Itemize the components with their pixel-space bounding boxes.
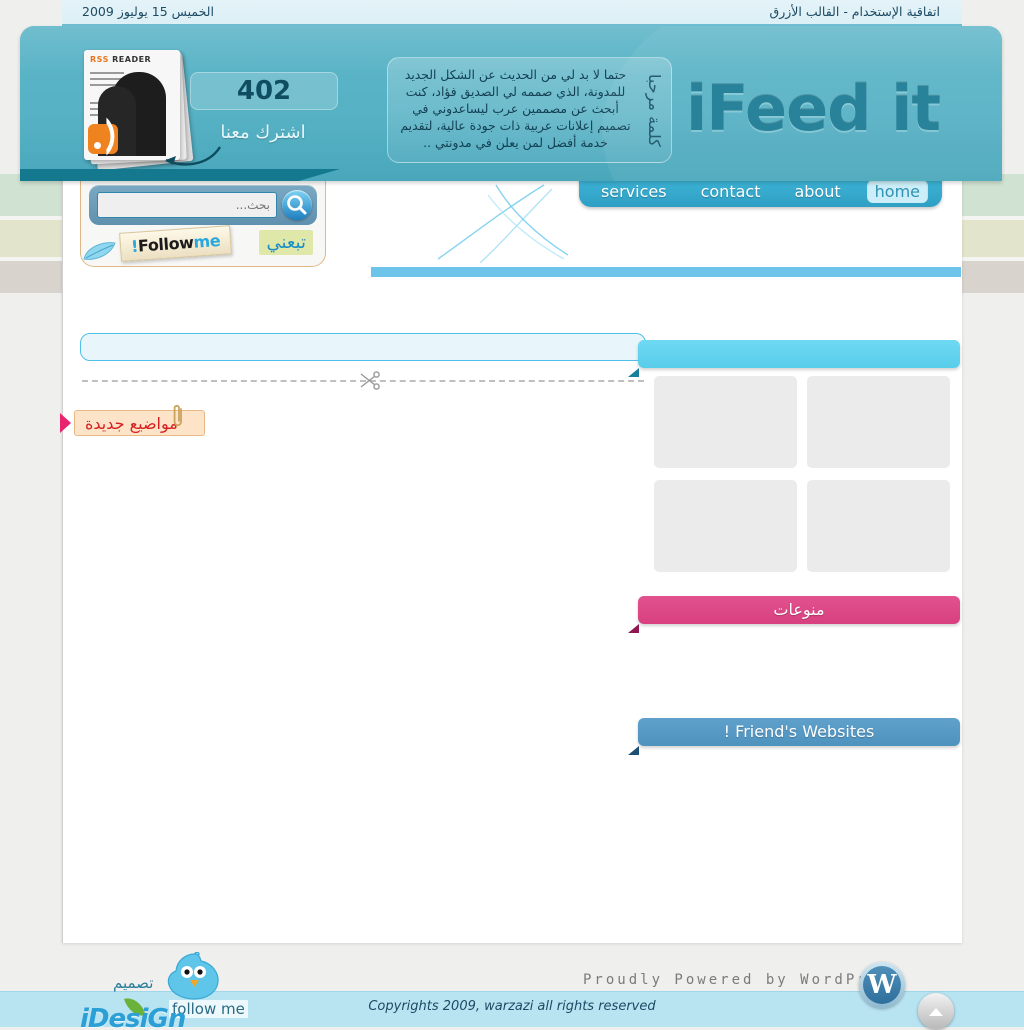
- wordpress-logo-letter: W: [863, 966, 901, 1004]
- shell-left-rail: [62, 175, 63, 943]
- thumbnail-item[interactable]: [654, 480, 797, 572]
- feather-icon: [83, 242, 116, 260]
- designer-logo[interactable]: iDesiGn: [80, 1004, 186, 1030]
- twitter-bird-icon[interactable]: [165, 952, 223, 1004]
- rss-subscribe-label[interactable]: اشترك معنا: [208, 122, 318, 143]
- section-divider-rule: [371, 267, 961, 277]
- header-description-box: حتما لا بد لي من الحديث عن الشكل الجديد …: [387, 57, 672, 163]
- nav-item-about[interactable]: about: [786, 180, 848, 203]
- search-icon[interactable]: [282, 190, 312, 220]
- thumbnail-item[interactable]: [807, 480, 950, 572]
- swirl-decoration: [437, 184, 569, 263]
- sidebar-widget-featured-title[interactable]: [628, 340, 960, 377]
- follow-badges: Followme! تبعني: [83, 225, 315, 262]
- search-box: [89, 185, 317, 225]
- header-corner-wedge: [20, 169, 340, 181]
- follow-me-badge-en[interactable]: Followme!: [118, 225, 232, 262]
- scroll-to-top-button[interactable]: [918, 993, 954, 1029]
- follow-me-badge-en-part1: Follow: [137, 232, 194, 256]
- rss-subscribe-widget[interactable]: RSS READER 402 اشترك معنا: [60, 44, 340, 176]
- top-bar: اتفاقية الإستخدام - القالب الأزرق الخميس…: [62, 0, 962, 26]
- new-topics-arrow-icon: [60, 413, 71, 433]
- thumbnail-item[interactable]: [807, 376, 950, 468]
- terms-link[interactable]: اتفاقية الإستخدام - القالب الأزرق: [770, 4, 941, 19]
- nav-item-contact[interactable]: contact: [693, 180, 769, 203]
- sidebar-widget-varied-title[interactable]: منوعات: [628, 596, 960, 633]
- sidebar-widget-friends-title[interactable]: Friend's Websites !: [628, 718, 960, 755]
- rss-subscriber-count: 402: [190, 72, 338, 110]
- rss-icon-title-2: READER: [112, 55, 152, 64]
- curved-arrow-icon: [165, 146, 222, 166]
- rss-feed-icon: [88, 124, 118, 154]
- main-content-column: مواضيع جديدة: [60, 285, 656, 925]
- wordpress-logo-icon[interactable]: W: [859, 962, 905, 1008]
- new-topics-label[interactable]: مواضيع جديدة: [74, 410, 205, 436]
- content-placeholder-box: [80, 333, 646, 361]
- scissors-icon: [360, 371, 380, 390]
- header-description-vertical-ornament: كلمة مرحبا: [645, 73, 663, 147]
- thumbnail-item[interactable]: [654, 376, 797, 468]
- search-input[interactable]: [97, 192, 277, 218]
- wordpress-credit[interactable]: Proudly Powered by WordPress: [583, 972, 903, 988]
- paperclip-icon: [173, 404, 182, 427]
- page-root: اتفاقية الإستخدام - القالب الأزرق الخميس…: [0, 0, 1024, 1030]
- nav-item-services[interactable]: services: [593, 180, 675, 203]
- site-logo[interactable]: iFeed it: [686, 72, 941, 145]
- follow-me-badge-ar[interactable]: تبعني: [259, 230, 313, 255]
- header-description-text: حتما لا بد لي من الحديث عن الشكل الجديد …: [400, 67, 631, 150]
- site-header: iFeed it حتما لا بد لي من الحديث عن الشك…: [20, 26, 1002, 181]
- current-date: الخميس 15 يوليوز 2009: [82, 4, 214, 19]
- nav-item-home[interactable]: home: [866, 179, 928, 203]
- designer-label-ar: تصميم: [113, 974, 154, 992]
- sidebar-search-panel: Followme! تبعني: [80, 175, 326, 267]
- designer-credit-cluster: follow me تصميم iDesiGn: [80, 952, 255, 1030]
- thumbnail-grid: [654, 376, 950, 572]
- rss-icon-title-1: RSS: [90, 55, 109, 64]
- content-shell: services contact about home مواضيع جديدة: [60, 175, 962, 943]
